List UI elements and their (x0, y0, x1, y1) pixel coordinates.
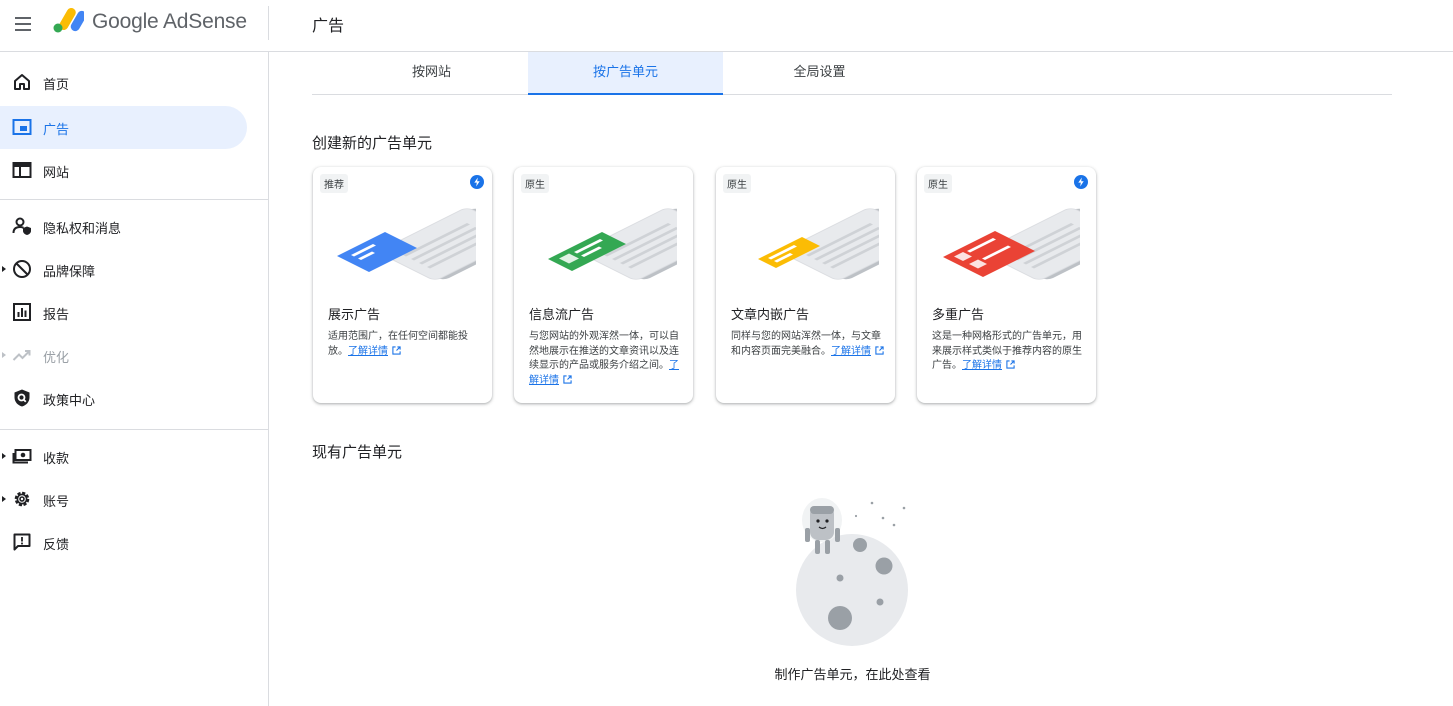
sidebar-item-label: 隐私权和消息 (43, 222, 122, 237)
card-description: 适用范围广，在任何空间都能投放。了解详情 (328, 330, 483, 359)
sidebar-item-label: 首页 (43, 78, 70, 93)
sidebar: 首页 广告 网站 隐私权和消息 品牌保障 报告 优化 政策中心 收款 账号 反馈 (0, 52, 269, 706)
top-app-bar: Google AdSense 广告 (0, 0, 1453, 52)
privacy-icon (12, 217, 31, 235)
block-icon (13, 260, 31, 278)
expand-caret-icon[interactable] (2, 266, 6, 272)
feedback-icon (13, 533, 31, 551)
card-description: 与您网站的外观浑然一体，可以自然地展示在推送的文章资讯以及连续显示的产品或服务介… (529, 330, 684, 388)
sidebar-item-label: 收款 (43, 452, 70, 467)
card-badge: 原生 (521, 174, 549, 193)
trending-icon (12, 350, 31, 361)
in-feed-ads-card[interactable]: 原生 信息流广告 与您网站的外观浑然一体，可以自然地展示在推送的文章资讯以及连续… (514, 167, 693, 403)
card-description: 这是一种网格形式的广告单元，用来展示样式类似于推荐内容的原生广告。了解详情 (932, 330, 1087, 374)
payments-icon (12, 449, 32, 464)
create-section-title: 创建新的广告单元 (312, 134, 433, 152)
learn-more-link[interactable]: 了解详情 (962, 360, 1002, 371)
external-link-icon[interactable] (392, 345, 401, 355)
adsense-logo-icon[interactable] (52, 8, 84, 34)
gear-icon (14, 491, 30, 507)
sidebar-item-ads[interactable]: 广告 (0, 106, 247, 149)
home-icon (14, 74, 30, 90)
sidebar-item-label: 优化 (43, 351, 70, 366)
tab-bar: 按网站 按广告单元 全局设置 (312, 52, 1392, 95)
tab-by-ad-unit[interactable]: 按广告单元 (528, 52, 723, 95)
card-badge: 推荐 (320, 174, 348, 193)
card-title: 多重广告 (932, 308, 985, 323)
sidebar-item-policy-center[interactable]: 政策中心 (0, 377, 247, 420)
sidebar-item-reports[interactable]: 报告 (0, 291, 247, 334)
sidebar-divider (0, 199, 268, 200)
sidebar-divider (0, 429, 268, 430)
card-description: 同样与您的网站浑然一体，与文章和内容页面完美融合。了解详情 (731, 330, 886, 359)
tab-global-settings[interactable]: 全局设置 (722, 52, 917, 94)
multiplex-ads-card[interactable]: 原生 多重广告 这是一种网格形式的广告单元，用来展示样式类似于推荐内容的原生广告… (917, 167, 1096, 403)
tab-by-site[interactable]: 按网站 (334, 52, 529, 94)
sidebar-item-label: 政策中心 (43, 394, 96, 409)
display-ad-illustration (337, 208, 476, 280)
sidebar-item-label: 广告 (43, 123, 70, 138)
external-link-icon[interactable] (563, 374, 572, 384)
sidebar-item-account[interactable]: 账号 (0, 478, 247, 521)
in-article-ads-card[interactable]: 原生 文章内嵌广告 同样与您的网站浑然一体，与文章和内容页面完美融合。了解详情 (716, 167, 895, 403)
menu-icon[interactable] (13, 13, 35, 35)
bolt-icon (470, 175, 484, 189)
expand-caret-icon[interactable] (2, 453, 6, 459)
sidebar-item-label: 网站 (43, 166, 70, 181)
sidebar-item-optimization[interactable]: 优化 (0, 334, 247, 377)
header-divider (268, 6, 269, 40)
card-badge: 原生 (924, 174, 952, 193)
reports-icon (13, 303, 31, 321)
in-article-ad-illustration (758, 208, 879, 280)
external-link-icon[interactable] (875, 345, 884, 355)
sites-icon (12, 162, 32, 178)
policy-shield-icon (14, 389, 30, 407)
brand-name[interactable]: Google AdSense (92, 10, 247, 34)
sidebar-item-home[interactable]: 首页 (0, 61, 247, 104)
multiplex-ad-illustration (943, 208, 1080, 280)
learn-more-link[interactable]: 了解详情 (831, 346, 871, 357)
in-feed-ad-illustration (548, 208, 677, 280)
card-title: 文章内嵌广告 (731, 308, 810, 323)
sidebar-item-payments[interactable]: 收款 (0, 435, 247, 478)
empty-state-message: 制作广告单元，在此处查看 (774, 668, 931, 683)
sidebar-item-label: 品牌保障 (43, 265, 96, 280)
expand-caret-icon[interactable] (2, 496, 6, 502)
empty-state-moon-illustration (796, 498, 908, 646)
sidebar-item-label: 反馈 (43, 538, 70, 553)
external-link-icon[interactable] (1006, 360, 1015, 369)
existing-section-title: 现有广告单元 (312, 443, 403, 461)
sidebar-item-label: 报告 (43, 308, 70, 323)
display-ads-card[interactable]: 推荐 展示广告 适用范围广，在任何空间都能投放。了解详情 (313, 167, 492, 403)
card-title: 信息流广告 (529, 308, 595, 323)
sidebar-item-sites[interactable]: 网站 (0, 149, 247, 192)
sidebar-item-privacy[interactable]: 隐私权和消息 (0, 205, 247, 248)
sidebar-item-feedback[interactable]: 反馈 (0, 521, 247, 564)
expand-caret-icon[interactable] (2, 352, 6, 358)
learn-more-link[interactable]: 了解详情 (348, 346, 388, 357)
bolt-icon (1074, 175, 1088, 189)
sidebar-item-label: 账号 (43, 495, 70, 510)
card-title: 展示广告 (328, 308, 381, 323)
sidebar-item-brand-safety[interactable]: 品牌保障 (0, 248, 247, 291)
ads-icon (12, 119, 32, 135)
card-description-text: 与您网站的外观浑然一体，可以自然地展示在推送的文章资讯以及连续显示的产品或服务介… (529, 331, 679, 371)
page-title: 广告 (312, 16, 345, 35)
card-badge: 原生 (723, 174, 751, 193)
